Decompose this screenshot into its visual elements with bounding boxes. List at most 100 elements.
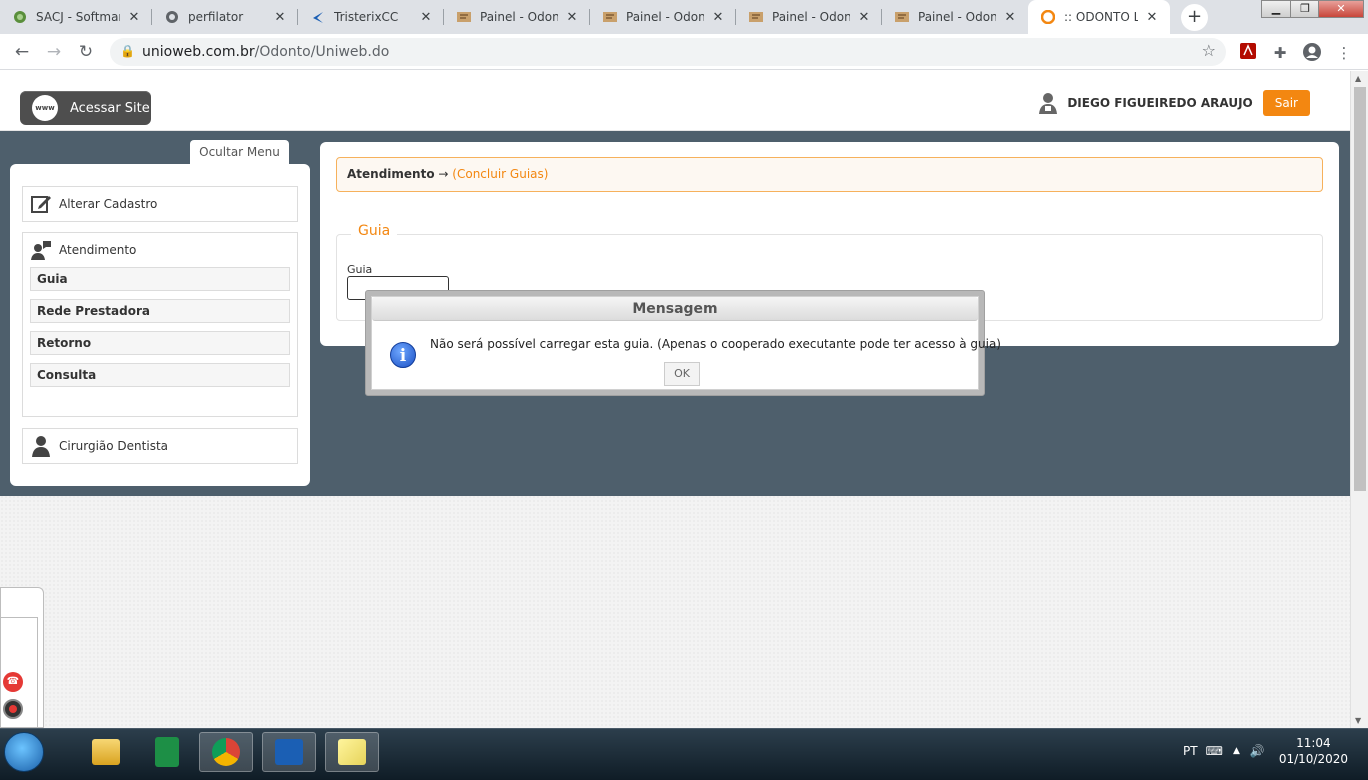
sidebar-item-label: Atendimento [59,243,137,257]
hide-menu-tab[interactable]: Ocultar Menu [190,140,289,165]
page-header: www Acessar Site DIEGO FIGUEIREDO ARAUJO… [0,71,1350,131]
taskbar-chrome[interactable] [199,732,253,772]
access-site-button[interactable]: www Acessar Site [20,91,151,125]
tray-expand-icon[interactable]: ▲ [1233,746,1240,756]
sidebar-item-label: Alterar Cadastro [59,197,158,211]
web-page: www Acessar Site DIEGO FIGUEIREDO ARAUJO… [0,71,1350,728]
record-icon[interactable] [3,699,23,719]
url-field[interactable]: 🔒 unioweb.com.br/Odonto/Uniweb.do ☆ [110,38,1226,66]
bookmark-star-icon[interactable]: ☆ [1202,41,1216,60]
sidebar-item-cirurgiao-dentista[interactable]: Cirurgião Dentista [22,428,298,464]
browser-menu-icon[interactable]: ⋮ [1333,42,1355,64]
access-site-label: Acessar Site [70,100,150,116]
close-tab-icon[interactable]: ✕ [564,10,580,25]
minimize-button[interactable]: ▁ [1261,0,1291,18]
ok-button[interactable]: OK [664,362,700,386]
tab-title: SACJ - Softmarl [36,10,120,24]
sidebar-subitem-rede-prestadora[interactable]: Rede Prestadora [30,299,290,323]
sticky-notes-icon [338,739,366,765]
user-area: DIEGO FIGUEIREDO ARAUJO Sair [1039,90,1310,116]
scroll-down-icon[interactable]: ▼ [1355,716,1361,725]
dentist-person-icon [29,434,53,458]
close-window-button[interactable]: ✕ [1318,0,1364,18]
clock-date: 01/10/2020 [1278,752,1348,766]
reload-icon[interactable]: ↻ [75,42,97,64]
taskbar-notes[interactable] [325,732,379,772]
browser-tab-strip: SACJ - Softmarl ✕ perfilator ✕ Tristerix… [0,0,1368,34]
tab-title: Painel - Odontc [480,10,558,24]
scroll-up-icon[interactable]: ▲ [1355,74,1361,83]
sidebar-item-label: Cirurgião Dentista [59,439,169,453]
odonto-panel-icon [456,9,472,25]
message-dialog: Mensagem i Não será possível carregar es… [365,290,1001,396]
breadcrumb: Atendimento → (Concluir Guias) [336,157,1323,192]
forward-icon[interactable]: → [43,42,65,64]
browser-tab[interactable]: TristerixCC ✕ [298,0,444,34]
browser-tab[interactable]: Painel - Odontc ✕ [590,0,736,34]
maximize-button[interactable]: ❐ [1290,0,1320,18]
sidebar-subitem-guia[interactable]: Guia [30,267,290,291]
sidebar-subitem-consulta[interactable]: Consulta [30,363,290,387]
close-tab-icon[interactable]: ✕ [418,10,434,25]
url-text: unioweb.com.br/Odonto/Uniweb.do [142,44,390,60]
logout-button[interactable]: Sair [1262,90,1310,116]
dialog-title: Mensagem [372,297,978,321]
tab-title: TristerixCC [334,10,399,24]
globe-green-icon [12,9,28,25]
sidebar: Alterar Cadastro Atendimento Guia Rede P… [10,164,310,486]
close-tab-icon[interactable]: ✕ [856,10,872,25]
system-tray: PT ⌨ ▲ 🔊 11:04 01/10/2020 [1183,735,1348,767]
windows-taskbar: PT ⌨ ▲ 🔊 11:04 01/10/2020 [0,728,1368,780]
clock-time: 11:04 [1296,736,1331,750]
back-icon[interactable]: ← [11,42,33,64]
sidebar-item-atendimento[interactable]: Atendimento [23,233,297,267]
start-button[interactable] [4,732,44,772]
browser-tab[interactable]: perfilator ✕ [152,0,298,34]
browser-tab-active[interactable]: :: ODONTO LIF ✕ [1028,0,1170,34]
language-indicator[interactable]: PT [1183,744,1198,758]
taskbar-tristerix[interactable] [262,732,316,772]
close-tab-icon[interactable]: ✕ [1144,10,1160,25]
sidebar-subitem-retorno[interactable]: Retorno [30,331,290,355]
close-tab-icon[interactable]: ✕ [1002,10,1018,25]
breadcrumb-arrow: → [438,167,449,181]
keyboard-icon[interactable]: ⌨ [1206,744,1223,758]
address-bar-row: ← → ↻ 🔒 unioweb.com.br/Odonto/Uniweb.do … [0,34,1368,70]
volume-icon[interactable]: 🔊 [1250,744,1265,758]
tristerix-icon [310,9,326,25]
browser-tab[interactable]: Painel - Odontc ✕ [736,0,882,34]
sidebar-item-alterar-cadastro[interactable]: Alterar Cadastro [22,186,298,222]
browser-tab[interactable]: Painel - Odontc ✕ [882,0,1028,34]
globe-icon [164,9,180,25]
odonto-life-icon [1040,9,1056,25]
odonto-panel-icon [602,9,618,25]
taskbar-explorer[interactable] [79,732,133,772]
info-icon: i [390,342,416,368]
taskbar-spreadsheet[interactable] [140,732,194,772]
call-widget: ☎ [0,587,44,729]
tab-title: Painel - Odontc [772,10,850,24]
spreadsheet-icon [155,737,179,767]
chrome-icon [212,738,240,766]
user-name: DIEGO FIGUEIREDO ARAUJO [1067,96,1253,110]
page-scrollbar[interactable]: ▲ ▼ [1350,71,1368,728]
fieldset-legend: Guia [351,223,398,239]
support-agent-icon [29,238,53,262]
close-tab-icon[interactable]: ✕ [710,10,726,25]
sidebar-group-atendimento: Atendimento Guia Rede Prestadora Retorno… [22,232,298,417]
tab-title: :: ODONTO LIF [1064,10,1138,24]
hang-up-icon[interactable]: ☎ [3,672,23,692]
browser-tab[interactable]: Painel - Odontc ✕ [444,0,590,34]
scrollbar-thumb[interactable] [1354,87,1366,491]
close-tab-icon[interactable]: ✕ [272,10,288,25]
clock[interactable]: 11:04 01/10/2020 [1279,735,1348,767]
extensions-icon[interactable]: ✚ [1269,42,1291,64]
www-globe-icon: www [32,95,58,121]
browser-tab[interactable]: SACJ - Softmarl ✕ [0,0,152,34]
edit-icon [29,192,53,216]
profile-icon[interactable] [1301,42,1323,64]
breadcrumb-current[interactable]: (Concluir Guias) [452,167,548,181]
pdf-extension-icon[interactable] [1237,42,1259,64]
new-tab-button[interactable]: + [1181,4,1208,31]
close-tab-icon[interactable]: ✕ [126,10,142,25]
